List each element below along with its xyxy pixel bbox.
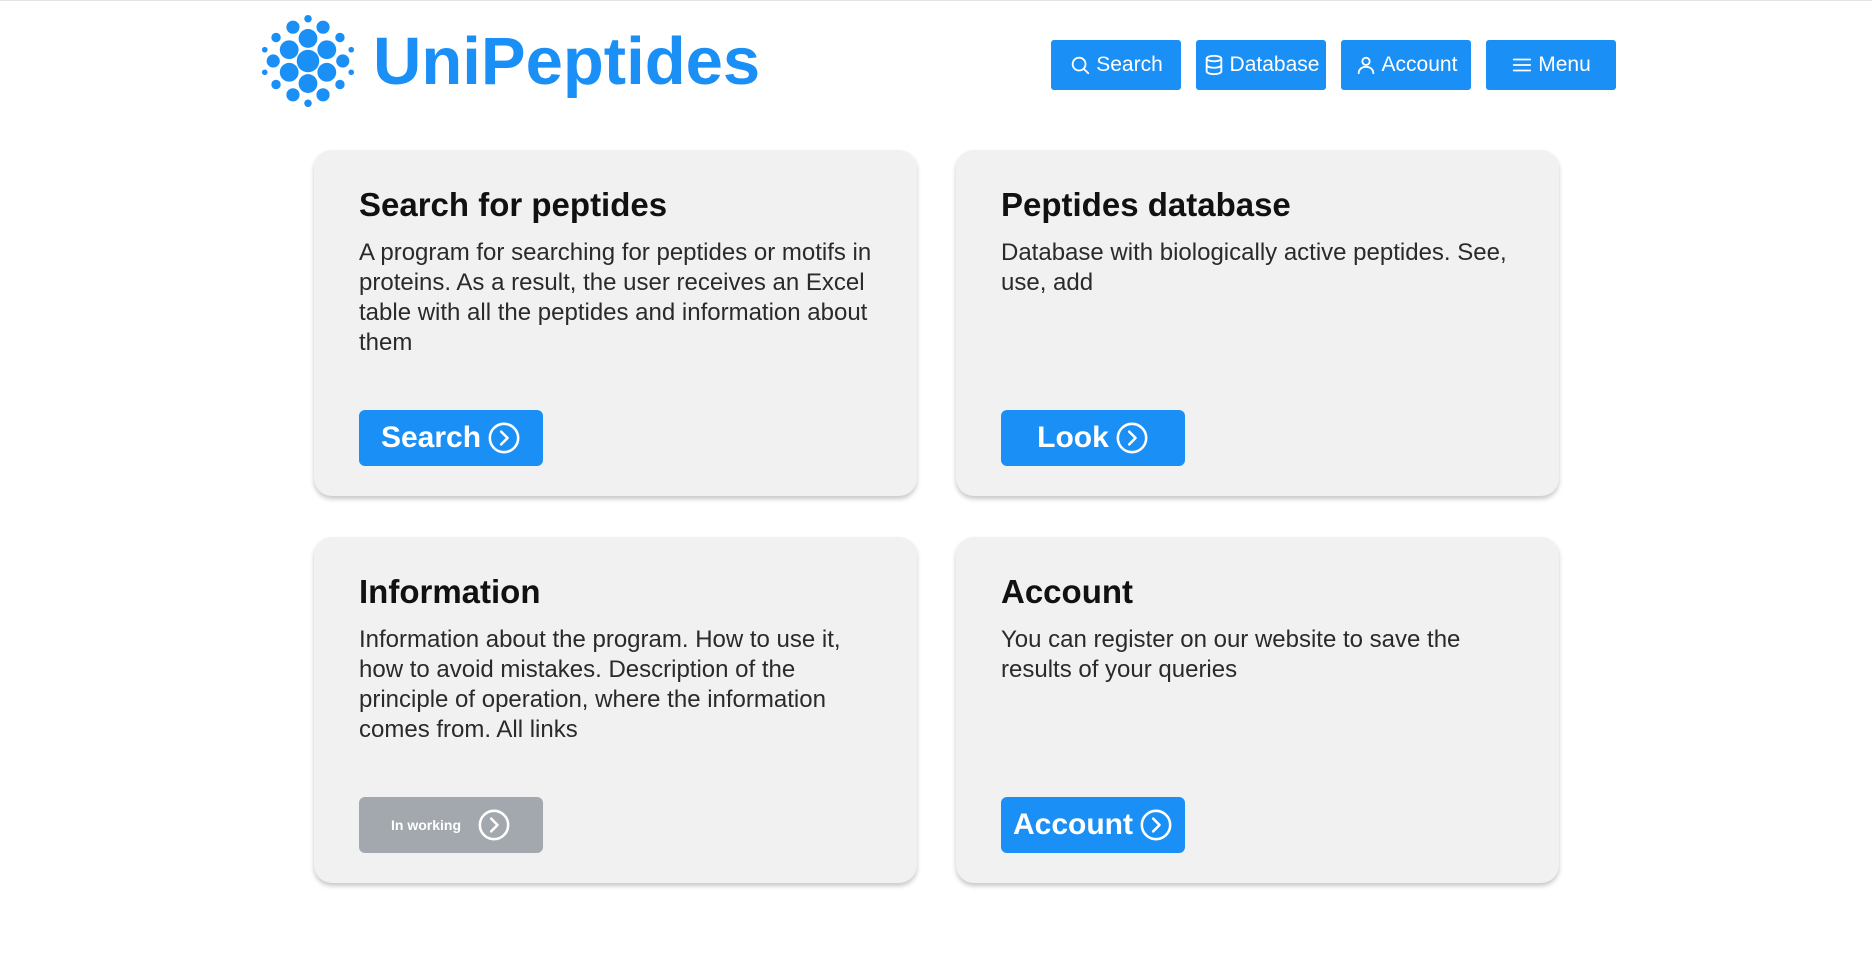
card-description: Information about the program. How to us…	[359, 626, 841, 743]
nav-search-button[interactable]: Search	[1051, 40, 1181, 90]
in-working-button-label: In working	[391, 817, 461, 833]
search-icon	[1071, 56, 1090, 75]
look-button-label: Look	[1037, 421, 1109, 454]
nav-menu-label: Menu	[1538, 53, 1591, 76]
peptide-sphere-icon	[261, 14, 355, 108]
top-border	[0, 0, 1872, 1]
chevron-right-circle-icon	[1140, 809, 1172, 841]
database-icon	[1205, 54, 1222, 76]
brand-name: UniPeptides	[373, 23, 761, 99]
card-search-peptides: Search for peptides A program for search…	[314, 150, 917, 496]
top-nav: Search Database Account Menu	[1051, 40, 1616, 90]
chevron-right-circle-icon	[1116, 422, 1148, 454]
card-title: Information	[359, 573, 541, 610]
nav-database-button[interactable]: Database	[1196, 40, 1326, 90]
in-working-button[interactable]: In working	[359, 797, 543, 853]
card-peptides-database: Peptides database Database with biologic…	[956, 150, 1559, 496]
nav-account-button[interactable]: Account	[1341, 40, 1471, 90]
account-button-label: Account	[1013, 808, 1133, 841]
card-description: You can register on our website to save …	[1001, 626, 1461, 683]
card-title: Account	[1001, 573, 1133, 610]
nav-menu-button[interactable]: Menu	[1486, 40, 1616, 90]
hamburger-menu-icon	[1513, 58, 1532, 72]
search-button[interactable]: Search	[359, 410, 543, 466]
look-button[interactable]: Look	[1001, 410, 1185, 466]
search-button-label: Search	[380, 421, 482, 454]
card-description: A program for searching for peptides or …	[359, 239, 872, 356]
card-description: Database with biologically active peptid…	[1001, 239, 1507, 296]
card-title: Peptides database	[1001, 186, 1291, 223]
nav-database-label: Database	[1229, 53, 1320, 76]
card-account: Account You can register on our website …	[956, 537, 1559, 883]
nav-account-label: Account	[1381, 53, 1458, 76]
chevron-right-circle-icon	[478, 809, 510, 841]
account-button[interactable]: Account	[1001, 797, 1185, 853]
card-title: Search for peptides	[359, 186, 668, 223]
user-icon	[1357, 56, 1374, 75]
chevron-right-circle-icon	[488, 422, 520, 454]
brand-logo[interactable]: UniPeptides	[261, 14, 760, 108]
card-information: Information Information about the progra…	[314, 537, 917, 883]
nav-search-label: Search	[1096, 53, 1163, 76]
